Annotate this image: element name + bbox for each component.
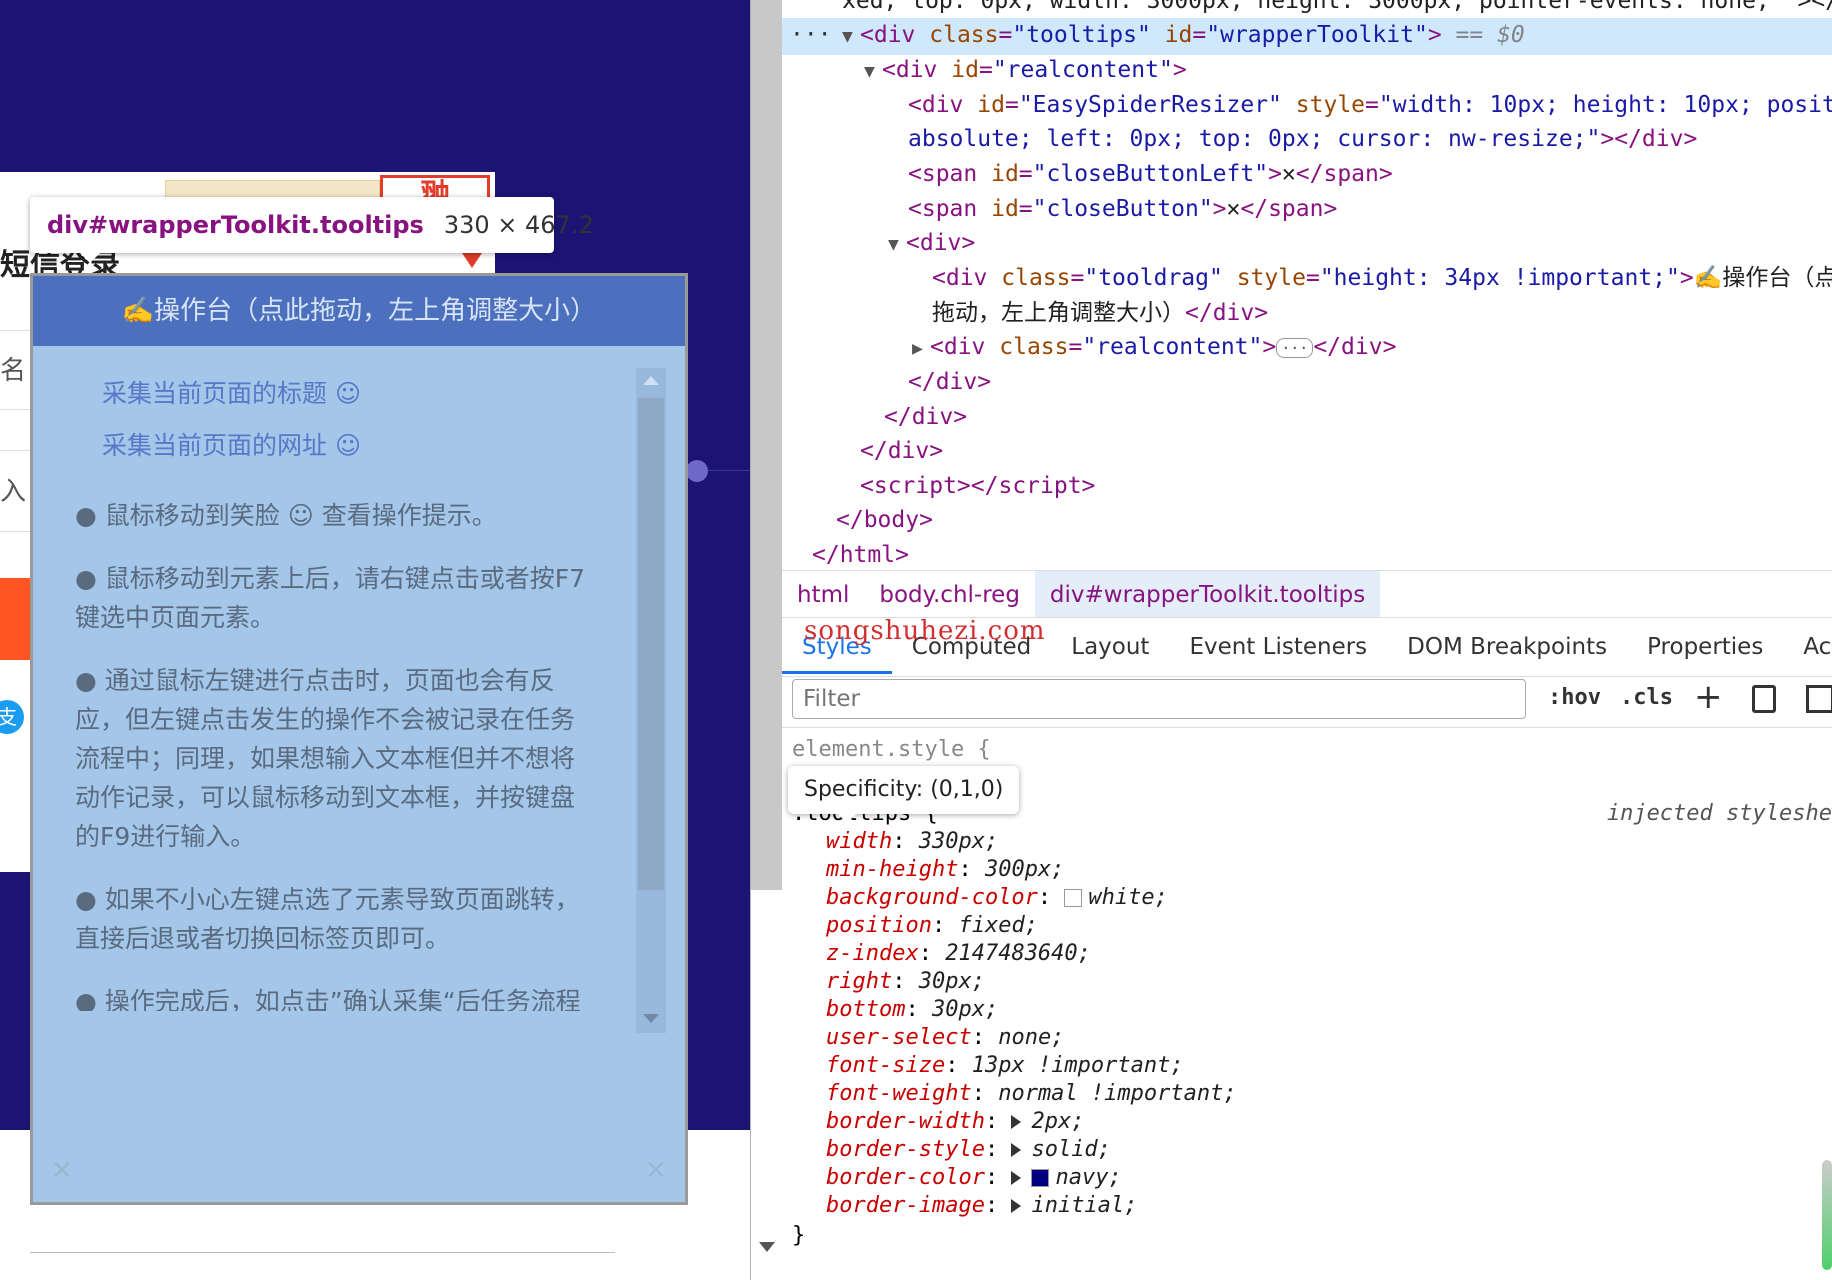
devtools-panel: xed; top: 0px; width: 3000px; height: 30…: [782, 0, 1832, 1280]
css-declaration[interactable]: background-color: white;: [826, 884, 1168, 912]
scroll-thumb[interactable]: [638, 398, 664, 890]
css-declaration[interactable]: border-color: navy;: [826, 1164, 1122, 1192]
dom-node[interactable]: absolute; left: 0px; top: 0px; cursor: n…: [908, 122, 1697, 157]
close-icon[interactable]: ✕: [645, 1156, 667, 1186]
specificity-tooltip: Specificity: (0,1,0): [788, 766, 1020, 823]
tip-paragraph: ● 操作完成后，如点击”确认采集“后任务流程图中没有”提取数据“操作被添加，重试…: [75, 987, 581, 1011]
scroll-down-icon[interactable]: [759, 1242, 775, 1252]
css-declaration[interactable]: border-image: initial;: [826, 1192, 1137, 1220]
sidebar-toggle-icon[interactable]: [1806, 685, 1832, 713]
hover-selector: div#wrapperToolkit.tooltips: [47, 211, 424, 239]
cls-toggle[interactable]: .cls: [1620, 685, 1673, 710]
hover-dimensions: 330 × 467.2: [443, 211, 594, 239]
crumb-wrapper-toolkit[interactable]: div#wrapperToolkit.tooltips: [1034, 571, 1381, 617]
crumb-body[interactable]: body.chl-reg: [864, 571, 1035, 617]
collect-title-link[interactable]: 采集当前页面的标题 ☺: [75, 368, 597, 420]
expand-arrow-icon[interactable]: [1011, 1115, 1022, 1129]
rule-source[interactable]: injected styleshe: [1607, 800, 1832, 828]
tab-properties[interactable]: Properties: [1627, 620, 1783, 674]
css-declaration[interactable]: right: 30px;: [826, 968, 985, 996]
expand-arrow-icon[interactable]: [1011, 1143, 1022, 1157]
new-rule-icon[interactable]: +: [1694, 677, 1723, 717]
css-declaration[interactable]: user-select: none;: [826, 1024, 1064, 1052]
toolkit-scrollbar[interactable]: [636, 368, 666, 1033]
css-declaration[interactable]: position: fixed;: [826, 912, 1038, 940]
close-left-icon[interactable]: ✕: [51, 1156, 73, 1186]
css-declaration[interactable]: bottom: 30px;: [826, 996, 998, 1024]
expand-arrow-icon[interactable]: [1011, 1171, 1022, 1185]
ellipsis-icon[interactable]: ···: [1276, 337, 1314, 358]
paint-brush-icon[interactable]: [1752, 685, 1776, 713]
watermark: songshuhezi.com: [804, 616, 1046, 646]
tip-paragraph: ● 如果不小心左键点选了元素导致页面跳转，直接后退或者切换回标签页即可。: [75, 885, 580, 953]
dom-node[interactable]: xed; top: 0px; width: 3000px; height: 30…: [842, 0, 1832, 19]
dom-node[interactable]: ▼ <div>: [888, 226, 975, 263]
dom-node[interactable]: ▼ <div id="realcontent">: [864, 53, 1187, 90]
collect-url-link[interactable]: 采集当前页面的网址 ☺: [75, 420, 597, 472]
dom-node[interactable]: 拖动，左上角调整大小）</div>: [932, 296, 1268, 331]
css-declaration[interactable]: z-index: 2147483640;: [826, 940, 1091, 968]
dom-node[interactable]: ▶ <div class="realcontent"> ··· </div>: [912, 330, 1396, 367]
dom-node-selected[interactable]: ··· ▼ <div class="tooltips" id="wrapperToo…: [782, 18, 1832, 55]
filter-input[interactable]: [792, 679, 1526, 719]
tip-paragraph: ● 鼠标移动到笑脸 ☺ 查看操作提示。: [75, 501, 497, 530]
crumb-html[interactable]: html: [782, 571, 864, 617]
elements-tree: xed; top: 0px; width: 3000px; height: 30…: [782, 0, 1832, 568]
wrapper-toolkit[interactable]: ✍️操作台（点此拖动，左上角调整大小） 采集当前页面的标题 ☺ 采集当前页面的网…: [30, 273, 688, 1205]
footer-divider: [30, 1252, 615, 1253]
tooldrag-header[interactable]: ✍️操作台（点此拖动，左上角调整大小）: [33, 276, 685, 346]
css-declaration[interactable]: border-style: solid;: [826, 1136, 1111, 1164]
tab-accessibility[interactable]: Accessibi: [1783, 620, 1832, 674]
rule-close: }: [792, 1223, 806, 1248]
tab-layout[interactable]: Layout: [1051, 620, 1169, 674]
styles-toolbar: :hov .cls +: [782, 676, 1832, 728]
styles-scrollbar[interactable]: [1822, 1160, 1832, 1270]
dom-node[interactable]: </div>: [884, 400, 967, 435]
dom-node[interactable]: </html>: [812, 538, 909, 573]
tip-paragraph: ● 通过鼠标左键进行点击时，页面也会有反应，但左键点击发生的操作不会被记录在任务…: [75, 666, 576, 851]
decor-dot: [686, 460, 708, 482]
dom-node[interactable]: <span id="closeButton">✕</span>: [908, 192, 1337, 227]
tip-paragraph: ● 鼠标移动到元素上后，请右键点击或者按F7键选中页面元素。: [75, 564, 586, 632]
hov-toggle[interactable]: :hov: [1548, 685, 1601, 710]
scroll-down-icon[interactable]: [643, 1014, 659, 1023]
css-declaration[interactable]: width: 330px;: [826, 828, 998, 856]
color-swatch[interactable]: [1031, 1169, 1050, 1187]
scroll-up-icon[interactable]: [643, 376, 659, 385]
dom-node[interactable]: </body>: [836, 503, 933, 538]
dom-node[interactable]: <script></script>: [860, 469, 1095, 504]
dom-node[interactable]: <span id="closeButtonLeft">✕</span>: [908, 157, 1393, 192]
inspect-hover-label: div#wrapperToolkit.tooltips 330 × 467.2: [30, 197, 594, 263]
element-style-rule[interactable]: element.style {: [792, 736, 991, 764]
breadcrumb: html body.chl-reg div#wrapperToolkit.too…: [782, 570, 1832, 618]
devtools-splitter[interactable]: [750, 0, 783, 1280]
tab-event-listeners[interactable]: Event Listeners: [1169, 620, 1387, 674]
expand-arrow-icon[interactable]: [1011, 1199, 1022, 1213]
css-declaration[interactable]: font-size: 13px !important;: [826, 1052, 1184, 1080]
dom-node[interactable]: </div>: [860, 434, 943, 469]
dom-node[interactable]: <div class="tooldrag" style="height: 34p…: [932, 261, 1832, 296]
tab-dom-breakpoints[interactable]: DOM Breakpoints: [1387, 620, 1627, 674]
dom-node[interactable]: <div id="EasySpiderResizer" style="width…: [908, 88, 1832, 123]
css-declaration[interactable]: font-weight: normal !important;: [826, 1080, 1237, 1108]
color-swatch[interactable]: [1064, 889, 1083, 907]
css-declaration[interactable]: border-width: 2px;: [826, 1108, 1084, 1136]
css-declaration[interactable]: min-height: 300px;: [826, 856, 1064, 884]
toolkit-content: 采集当前页面的标题 ☺ 采集当前页面的网址 ☺ ● 鼠标移动到笑脸 ☺ 查看操作…: [33, 346, 637, 1011]
dom-node[interactable]: </div>: [908, 365, 991, 400]
